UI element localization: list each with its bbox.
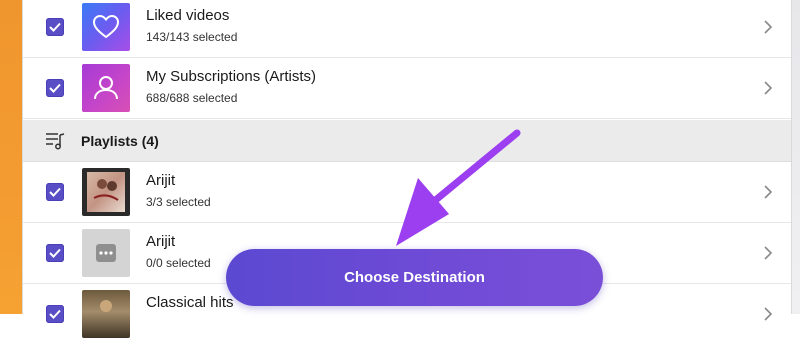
checkbox-playlist[interactable] <box>46 183 64 201</box>
choose-destination-button[interactable]: Choose Destination <box>226 249 603 306</box>
desktop-background-right <box>792 0 800 314</box>
row-subtitle: 143/143 selected <box>146 30 238 44</box>
row-title: Arijit <box>146 172 176 189</box>
playlist-thumbnail <box>82 290 130 338</box>
playlist-icon <box>46 133 65 150</box>
list-item-my-subscriptions[interactable]: My Subscriptions (Artists) 688/688 selec… <box>23 58 791 119</box>
chevron-right-icon[interactable] <box>763 307 773 321</box>
row-title: Arijit <box>146 233 176 250</box>
checkbox-my-subscriptions[interactable] <box>46 79 64 97</box>
playlist-thumbnail <box>82 229 130 277</box>
row-subtitle: 3/3 selected <box>146 195 211 209</box>
section-title: Playlists (4) <box>81 133 159 149</box>
chevron-right-icon[interactable] <box>763 81 773 95</box>
more-icon <box>96 244 116 262</box>
list-item-liked-videos[interactable]: Liked videos 143/143 selected <box>23 0 791 58</box>
choose-destination-label: Choose Destination <box>344 269 485 286</box>
row-subtitle: 688/688 selected <box>146 91 238 105</box>
desktop-background <box>0 0 22 314</box>
heart-icon <box>92 14 120 39</box>
checkbox-liked-videos[interactable] <box>46 18 64 36</box>
album-art-icon <box>87 172 125 212</box>
subscriptions-thumbnail <box>82 64 130 112</box>
person-icon <box>94 76 118 100</box>
row-title: My Subscriptions (Artists) <box>146 68 317 85</box>
checkbox-playlist[interactable] <box>46 305 64 323</box>
chevron-right-icon[interactable] <box>763 185 773 199</box>
liked-videos-thumbnail <box>82 3 130 51</box>
row-subtitle: 0/0 selected <box>146 256 211 270</box>
playlist-thumbnail <box>82 168 130 216</box>
row-title: Classical hits <box>146 294 234 311</box>
album-art-icon <box>100 300 112 312</box>
checkbox-playlist[interactable] <box>46 244 64 262</box>
row-title: Liked videos <box>146 7 230 24</box>
playlists-section-header: Playlists (4) <box>23 120 791 162</box>
chevron-right-icon[interactable] <box>763 20 773 34</box>
list-item-playlist[interactable]: Arijit 3/3 selected <box>23 162 791 223</box>
chevron-right-icon[interactable] <box>763 246 773 260</box>
